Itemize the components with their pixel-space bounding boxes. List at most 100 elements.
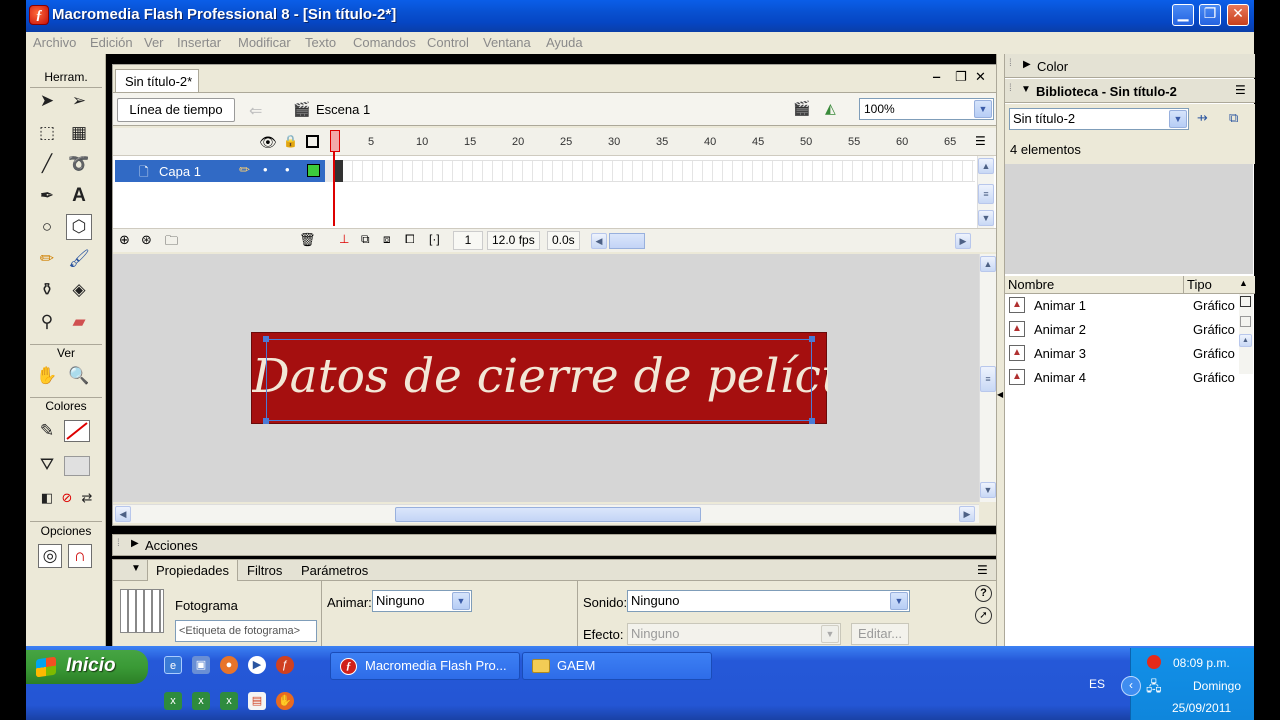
title-bar[interactable]: ƒ Macromedia Flash Professional 8 - [Sin… bbox=[26, 0, 1254, 32]
zoom-tool-icon[interactable]: 🔍 bbox=[66, 363, 92, 389]
desktop-icon[interactable]: ▣ bbox=[192, 656, 210, 674]
stage-hscroll-thumb[interactable] bbox=[395, 507, 701, 522]
scroll-down-icon[interactable]: ▼ bbox=[980, 482, 996, 498]
library-item[interactable]: ▲ Animar 4 Gráfico bbox=[1005, 366, 1237, 390]
app-icon[interactable]: ✋ bbox=[276, 692, 294, 710]
doc-minimize-icon[interactable]: ‒ bbox=[933, 69, 940, 84]
tween-select[interactable]: Ninguno ▼ bbox=[372, 590, 472, 612]
chevron-down-icon[interactable]: ▼ bbox=[821, 625, 839, 643]
center-frame-icon[interactable]: ⊥ bbox=[339, 232, 349, 246]
library-vscroll[interactable]: ▲ bbox=[1239, 294, 1253, 374]
fill-transform-tool-icon[interactable]: ▦ bbox=[66, 120, 92, 146]
lasso-tool-icon[interactable]: ➰ bbox=[66, 151, 92, 177]
document-icon[interactable]: ▤ bbox=[248, 692, 266, 710]
doc-close-icon[interactable]: ✕ bbox=[975, 69, 986, 85]
media-player-icon[interactable]: ▶ bbox=[248, 656, 266, 674]
minimize-button[interactable]: ▁ bbox=[1172, 4, 1194, 26]
collapse-arrow-icon[interactable]: ▼ bbox=[1021, 84, 1031, 95]
excel-icon[interactable]: x bbox=[220, 692, 238, 710]
back-arrow-icon[interactable]: ⇐ bbox=[249, 101, 262, 121]
language-indicator[interactable]: ES bbox=[1089, 677, 1105, 691]
stage-banner[interactable]: Datos de cierre de película bbox=[251, 332, 828, 424]
tab-filters[interactable]: Filtros bbox=[247, 563, 282, 578]
subselection-tool-icon[interactable]: ➢ bbox=[66, 88, 92, 114]
menu-archivo[interactable]: Archivo bbox=[33, 35, 76, 50]
eraser-tool-icon[interactable]: ▰ bbox=[66, 309, 92, 335]
actions-panel-bar[interactable]: ⁞ ▶ Acciones bbox=[112, 534, 998, 556]
timeline-hscroll-thumb[interactable] bbox=[609, 233, 645, 249]
record-icon[interactable] bbox=[1147, 655, 1161, 669]
menu-comandos[interactable]: Comandos bbox=[353, 35, 416, 50]
delete-layer-icon[interactable]: 🗑 bbox=[299, 232, 316, 248]
dock-splitter[interactable]: ◀ bbox=[996, 54, 1004, 646]
task-gaem[interactable]: GAEM bbox=[522, 652, 712, 680]
ie-icon[interactable]: e bbox=[164, 656, 182, 674]
lock-dot-icon[interactable]: • bbox=[285, 162, 290, 177]
start-button[interactable]: Inicio bbox=[26, 650, 148, 684]
frame-label-input[interactable]: <Etiqueta de fotograma> bbox=[175, 620, 317, 642]
text-tool-icon[interactable]: A bbox=[66, 183, 92, 209]
fill-color-swatch[interactable] bbox=[64, 456, 90, 476]
visible-dot-icon[interactable]: • bbox=[263, 162, 268, 177]
brush-tool-icon[interactable]: 🖌 bbox=[66, 246, 92, 272]
chevron-down-icon[interactable]: ▼ bbox=[1169, 110, 1187, 128]
frame-rate[interactable]: 12.0 fps bbox=[487, 231, 540, 250]
stroke-color-swatch[interactable] bbox=[64, 420, 90, 442]
snap-magnet-icon[interactable]: ∩ bbox=[68, 544, 92, 568]
network-icon[interactable]: 🖧 bbox=[1146, 676, 1162, 700]
pin-library-icon[interactable]: ⇸ bbox=[1197, 110, 1208, 126]
line-tool-icon[interactable]: ╱ bbox=[34, 151, 60, 177]
library-select[interactable]: Sin título-2 ▼ bbox=[1009, 108, 1189, 130]
chevron-down-icon[interactable]: ▼ bbox=[452, 592, 470, 610]
outline-icon[interactable] bbox=[306, 135, 319, 148]
doc-restore-icon[interactable]: ❐ bbox=[955, 69, 967, 85]
scroll-right-icon[interactable]: ▶ bbox=[959, 506, 975, 522]
menu-modificar[interactable]: Modificar bbox=[238, 35, 291, 50]
clock-time[interactable]: 08:09 p.m. bbox=[1173, 656, 1230, 670]
library-item-wide-icon[interactable] bbox=[1240, 296, 1251, 307]
chevron-down-icon[interactable]: ▼ bbox=[974, 100, 992, 118]
expand-arrow-icon[interactable]: ▶ bbox=[131, 538, 139, 549]
stage-area[interactable]: Datos de cierre de película bbox=[113, 254, 979, 502]
swap-colors-icon[interactable]: ⇄ bbox=[74, 485, 100, 511]
selection-tool-icon[interactable]: ➤ bbox=[34, 88, 60, 114]
layer-outline-color-icon[interactable] bbox=[307, 164, 320, 177]
excel-icon[interactable]: x bbox=[192, 692, 210, 710]
onion-outline-icon[interactable]: ⧈ bbox=[383, 232, 391, 247]
task-flash[interactable]: ƒ Macromedia Flash Pro... bbox=[330, 652, 520, 680]
edit-sound-button[interactable]: Editar... bbox=[851, 623, 909, 645]
library-item[interactable]: ▲ Animar 1 Gráfico bbox=[1005, 294, 1237, 318]
scroll-down-icon[interactable]: ▼ bbox=[978, 210, 994, 226]
tab-parameters[interactable]: Parámetros bbox=[301, 563, 368, 578]
add-guide-icon[interactable]: ⊛ bbox=[141, 232, 152, 248]
chevron-down-icon[interactable]: ▼ bbox=[890, 592, 908, 610]
edit-multiple-icon[interactable]: ⧠ bbox=[405, 232, 415, 247]
excel-icon[interactable]: x bbox=[164, 692, 182, 710]
scroll-thumb[interactable]: ≡ bbox=[978, 184, 994, 204]
polystar-tool-icon[interactable]: ⬡ bbox=[66, 214, 92, 240]
sort-icon[interactable]: ▲ bbox=[1239, 278, 1248, 288]
scroll-up-icon[interactable]: ▲ bbox=[980, 256, 996, 272]
new-library-icon[interactable]: ⧉ bbox=[1229, 110, 1238, 126]
expand-arrow-icon[interactable]: ▶ bbox=[1023, 59, 1031, 70]
fill-color-icon[interactable]: ⛛ bbox=[34, 452, 60, 478]
scroll-up-icon[interactable]: ▲ bbox=[1239, 334, 1252, 347]
flash-quicklaunch-icon[interactable]: ƒ bbox=[276, 656, 294, 674]
edit-symbols-icon[interactable]: ◭ bbox=[825, 100, 836, 117]
scroll-left-icon[interactable]: ◀ bbox=[591, 233, 607, 249]
lock-icon[interactable]: 🔒 bbox=[283, 134, 298, 148]
hand-tool-icon[interactable]: ✋ bbox=[34, 363, 60, 389]
modify-markers-icon[interactable]: [·] bbox=[429, 232, 440, 246]
menu-control[interactable]: Control bbox=[427, 35, 469, 50]
menu-ver[interactable]: Ver bbox=[144, 35, 164, 50]
close-button[interactable]: ✕ bbox=[1227, 4, 1249, 26]
timeline-toggle-button[interactable]: Línea de tiempo bbox=[117, 98, 235, 122]
free-transform-tool-icon[interactable]: ⬚ bbox=[34, 120, 60, 146]
stroke-color-icon[interactable]: ✎ bbox=[34, 418, 60, 444]
menu-insertar[interactable]: Insertar bbox=[177, 35, 221, 50]
eyedropper-tool-icon[interactable]: ⚲ bbox=[34, 309, 60, 335]
column-type[interactable]: Tipo bbox=[1187, 277, 1212, 292]
sound-select[interactable]: Ninguno ▼ bbox=[627, 590, 910, 612]
onion-skin-icon[interactable]: ⧉ bbox=[361, 232, 370, 247]
column-name[interactable]: Nombre bbox=[1008, 277, 1054, 292]
